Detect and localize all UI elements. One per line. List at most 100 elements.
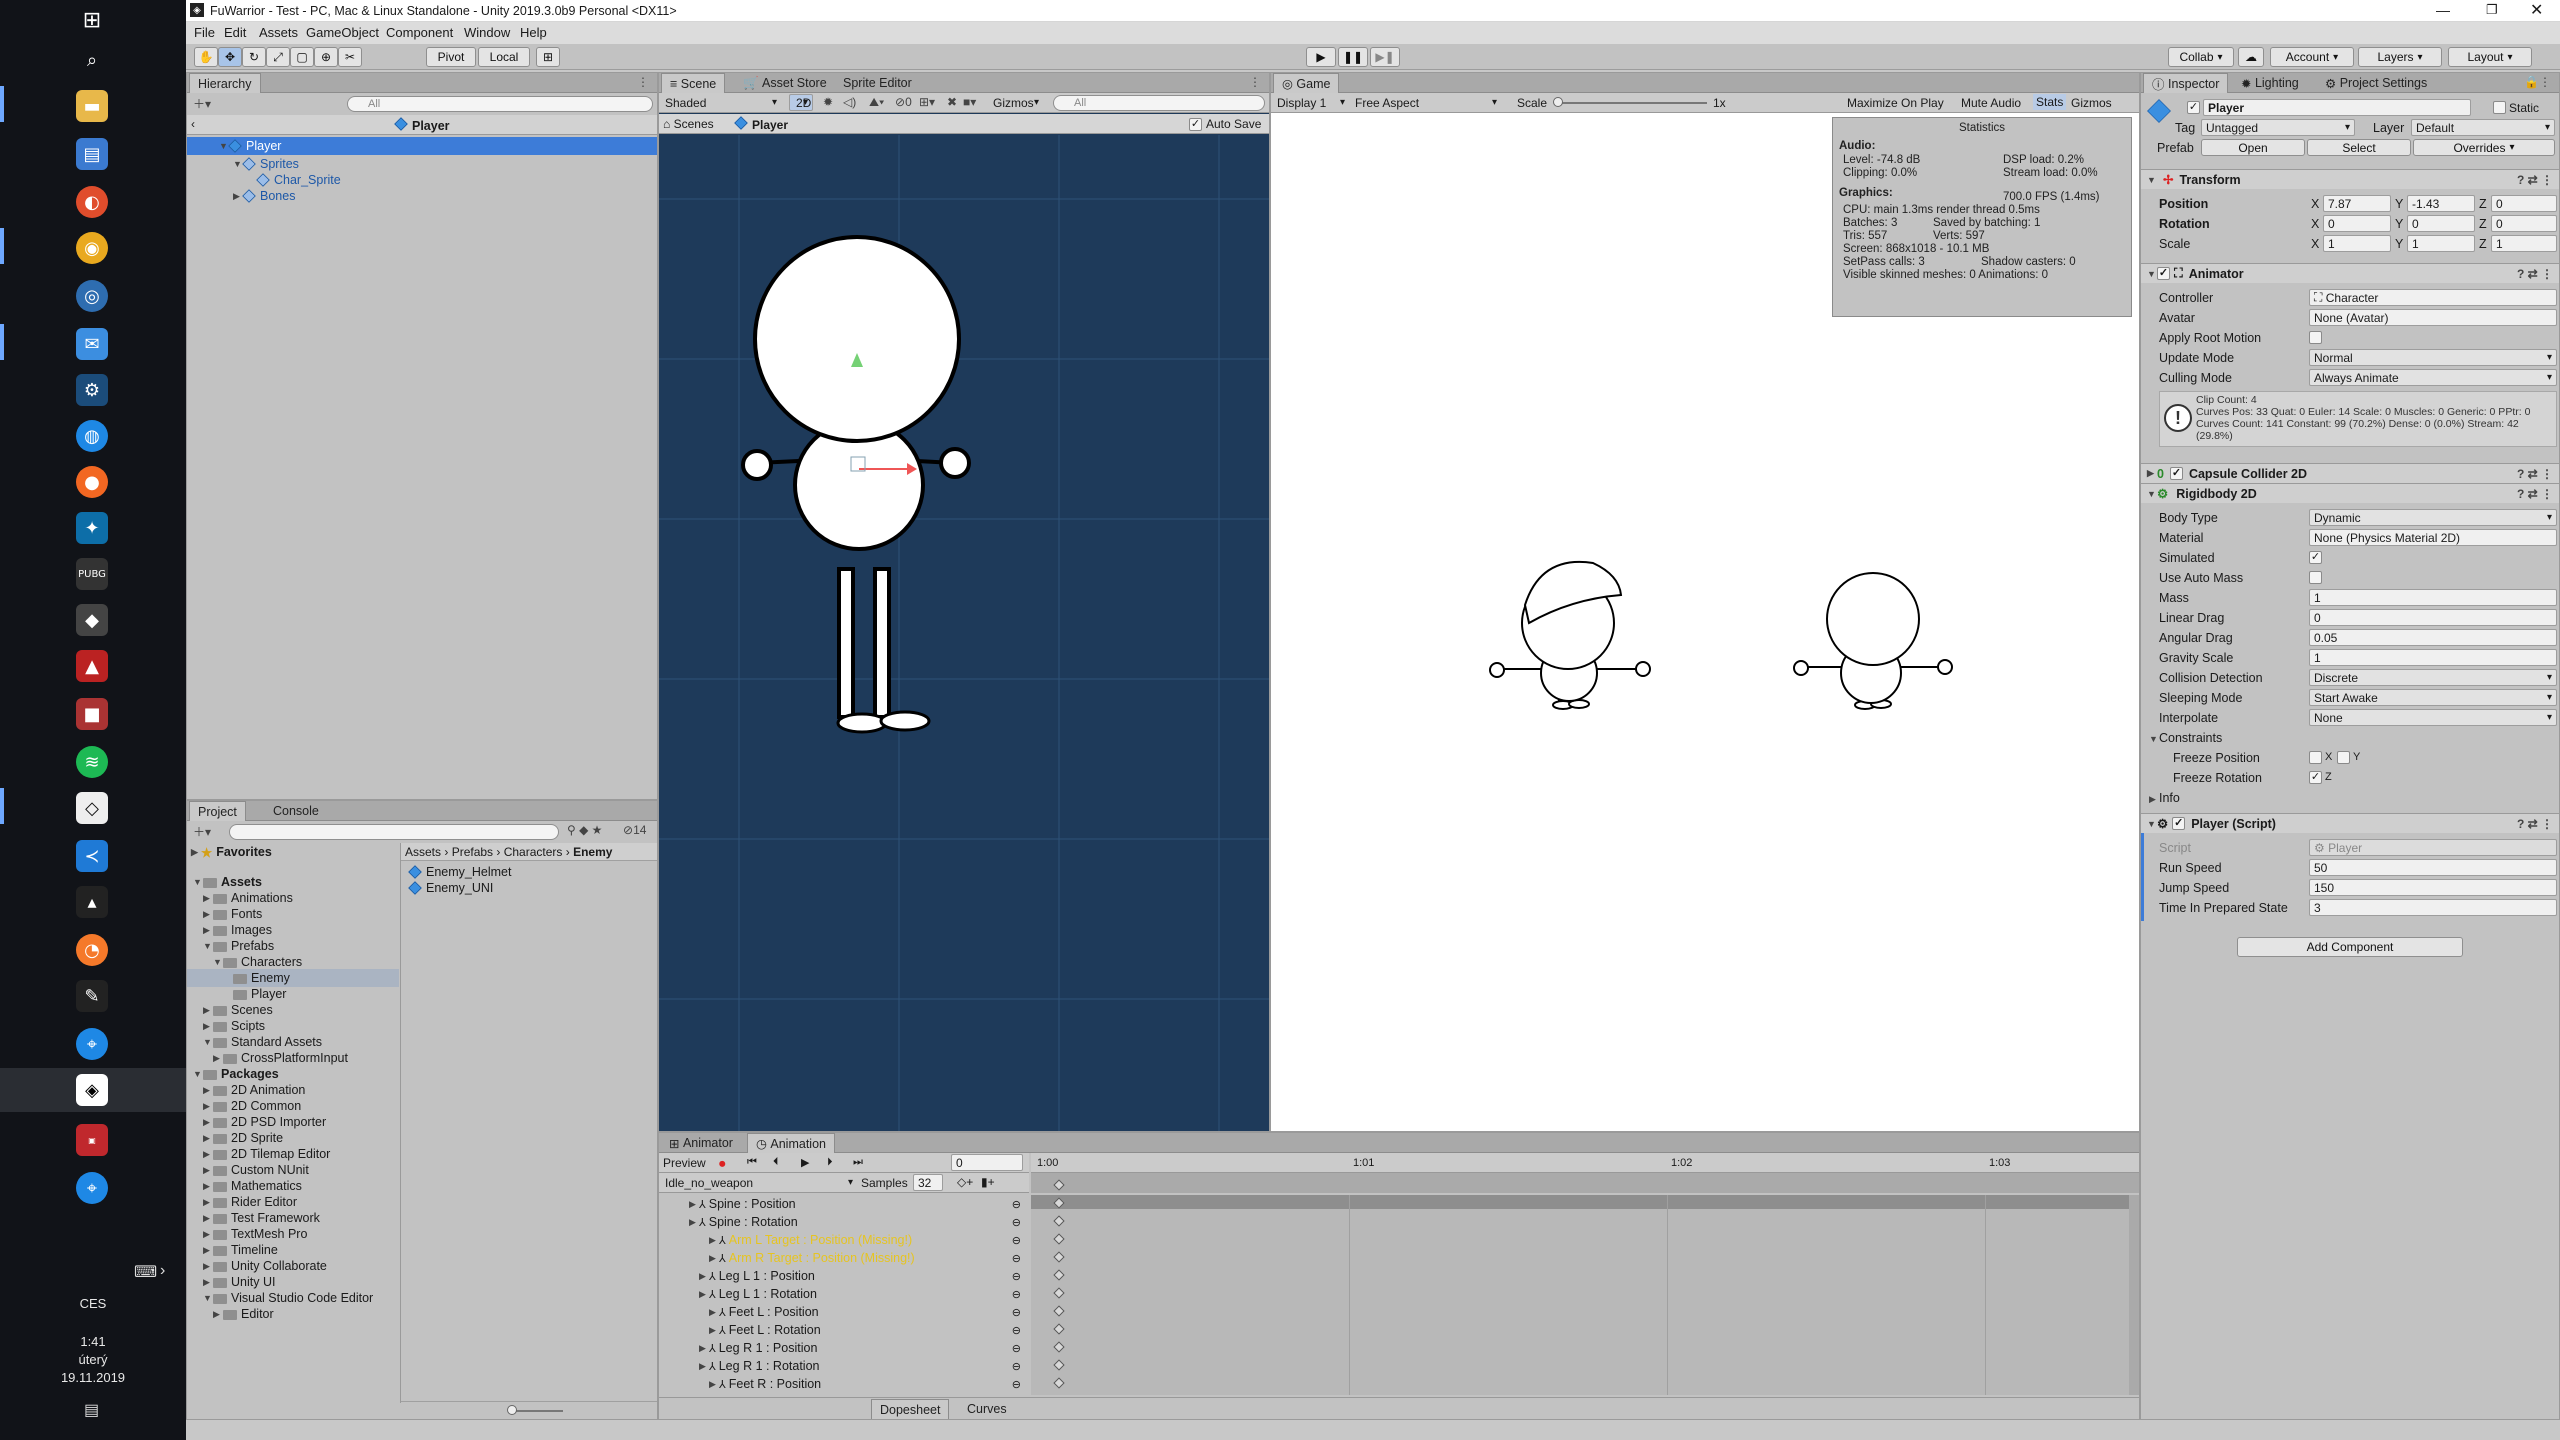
notifications-icon[interactable]: ▤ [84,1400,99,1420]
effects-toggle-icon[interactable]: ⛰▾ [869,95,884,110]
clock-time[interactable]: 1:41 [0,1334,186,1349]
jump-speed-field[interactable]: 150 [2309,879,2557,896]
tab-dopesheet[interactable]: Dopesheet [871,1399,950,1419]
language-indicator[interactable]: CES [0,1296,186,1311]
first-key-icon[interactable]: ⏮ [747,1156,757,1169]
foldout-arrow-icon[interactable]: ▶ [203,1021,213,1032]
play-button[interactable]: ▶ [1306,47,1336,67]
foldout-arrow-icon[interactable]: ▶ [203,1277,213,1288]
rect-tool-icon[interactable]: ▢ [290,47,314,67]
keyframe-icon[interactable] [1053,1323,1065,1335]
animator-header[interactable]: ▼ ✓ ⛶ Animator? ⇄ ⋮ [2141,263,2559,283]
file-explorer-icon[interactable]: ▬ [76,90,108,122]
layout-dropdown[interactable]: Layout [2448,47,2532,67]
position-z-field[interactable]: 0 [2491,195,2557,212]
animation-track[interactable]: ▶ ⅄ Arm R Target : Position (Missing!) ⊖ [659,1249,1029,1267]
hierarchy-search-input[interactable]: All [347,96,653,112]
animation-track[interactable]: ▶ ⅄ Spine : Position ⊖ [659,1195,1029,1213]
scenes-breadcrumb[interactable]: ⌂ Scenes [663,117,714,131]
scale-y-field[interactable]: 1 [2407,235,2475,252]
tab-project[interactable]: Project [189,801,246,821]
account-dropdown[interactable]: Account [2270,47,2354,67]
foldout-arrow-icon[interactable]: ▶ [699,1271,709,1282]
hierarchy-item-player[interactable]: ▼ Player [187,137,657,155]
foldout-arrow-icon[interactable]: ▼ [203,1293,213,1303]
zoom-slider-thumb[interactable] [507,1405,517,1415]
step-button[interactable]: ▶❚ [1370,47,1400,67]
auto-mass-checkbox[interactable] [2309,571,2322,584]
menu-gameobject[interactable]: GameObject [306,25,379,40]
animation-track[interactable]: ▶ ⅄ Leg R 1 : Rotation ⊖ [659,1357,1029,1375]
foldout-arrow-icon[interactable]: ▶ [709,1253,719,1264]
menu-component[interactable]: Component [386,25,453,40]
maps-icon[interactable]: ⌖ [76,1028,108,1060]
network-icon[interactable]: ⌨ [134,1262,157,1282]
tab-inspector[interactable]: ⓘ Inspector [2143,73,2229,93]
breadcrumb-item[interactable]: Assets [405,845,441,859]
tag-dropdown[interactable]: Untagged [2201,119,2355,136]
tab-animator[interactable]: ⊞ Animator [661,1133,741,1153]
scale-slider[interactable] [1557,102,1707,104]
linear-drag-field[interactable]: 0 [2309,609,2557,626]
foldout-arrow-icon[interactable]: ▶ [203,1005,213,1016]
foldout-arrow-icon[interactable]: ▶ [699,1361,709,1372]
project-search-input[interactable] [229,824,559,840]
keyframe-icon[interactable] [1053,1341,1065,1353]
clip-dropdown[interactable]: Idle_no_weapon [661,1174,857,1191]
dark-app-icon[interactable]: ▴ [76,886,108,918]
simulated-checkbox[interactable]: ✓ [2309,551,2322,564]
rotation-x-field[interactable]: 0 [2323,215,2391,232]
foldout-arrow-icon[interactable]: ▼ [193,1069,203,1079]
update-mode-dropdown[interactable]: Normal [2309,349,2557,366]
foldout-arrow-icon[interactable]: ▶ [709,1379,719,1390]
prefab-open-button[interactable]: Open [2201,139,2305,156]
scale-tool-icon[interactable]: ⤢ [266,47,290,67]
menu-file[interactable]: File [194,25,215,40]
rotation-y-field[interactable]: 0 [2407,215,2475,232]
add-event-icon[interactable]: ▮+ [981,1175,995,1189]
hand-tool-icon[interactable]: ✋ [194,47,218,67]
foldout-arrow-icon[interactable]: ▶ [203,1245,213,1256]
animation-track[interactable]: ▶ ⅄ Feet R : Position ⊖ [659,1375,1029,1393]
tab-lighting[interactable]: ✹ Lighting [2233,73,2307,93]
samples-field[interactable]: 32 [913,1174,943,1191]
app-icon[interactable]: ▲ [76,650,108,682]
origin-icon[interactable]: ● [76,466,108,498]
battlenet-icon[interactable]: ✦ [76,512,108,544]
search-icon[interactable]: ⌕ [76,44,108,76]
component-menu-icon[interactable]: ? ⇄ ⋮ [2517,817,2553,831]
remove-property-icon[interactable]: ⊖ [1012,1234,1021,1247]
animator-enabled-checkbox[interactable]: ✓ [2157,267,2170,280]
preview-toggle[interactable]: Preview [663,1156,706,1170]
filter-icon[interactable]: ⚲ ◆ ★ [567,823,602,837]
foldout-arrow-icon[interactable]: ▶ [203,1085,213,1096]
remove-property-icon[interactable]: ⊖ [1012,1252,1021,1265]
uplay-icon[interactable]: ◍ [76,420,108,452]
remove-property-icon[interactable]: ⊖ [1012,1216,1021,1229]
tab-console[interactable]: Console [265,801,327,821]
foldout-arrow-icon[interactable]: ▶ [213,1053,223,1064]
pivot-button[interactable]: Pivot [426,47,476,67]
angular-drag-field[interactable]: 0.05 [2309,629,2557,646]
foldout-arrow-icon[interactable]: ▼ [213,957,223,967]
keyframe-icon[interactable] [1053,1269,1065,1281]
tab-sprite-editor[interactable]: Sprite Editor [835,73,920,93]
foldout-arrow-icon[interactable]: ▼ [193,877,203,887]
foldout-arrow-icon[interactable]: ▶ [203,1213,213,1224]
foldout-arrow-icon[interactable]: ▶ [203,1101,213,1112]
scene-search-input[interactable]: All [1053,95,1265,111]
create-icon[interactable]: ＋▾ [193,95,211,112]
breadcrumb-item[interactable]: Prefabs [452,845,493,859]
foldout-arrow-icon[interactable]: ▶ [203,1181,213,1192]
tab-project-settings[interactable]: ⚙ Project Settings [2317,73,2435,93]
pubg-icon[interactable]: PUBG [76,558,108,590]
animation-track[interactable]: ▶ ⅄ Arm L Target : Position (Missing!) ⊖ [659,1231,1029,1249]
windows-start-icon[interactable]: ⊞ [76,4,108,36]
foldout-arrow-icon[interactable]: ▶ [203,1197,213,1208]
rotation-z-field[interactable]: 0 [2491,215,2557,232]
add-keyframe-icon[interactable]: ◇+ [957,1175,973,1189]
rotate-tool-icon[interactable]: ↻ [242,47,266,67]
animation-track[interactable]: ▶ ⅄ Leg L 1 : Position ⊖ [659,1267,1029,1285]
move-tool-icon[interactable]: ✥ [218,47,242,67]
foldout-arrow-icon[interactable]: ▶ [203,1261,213,1272]
